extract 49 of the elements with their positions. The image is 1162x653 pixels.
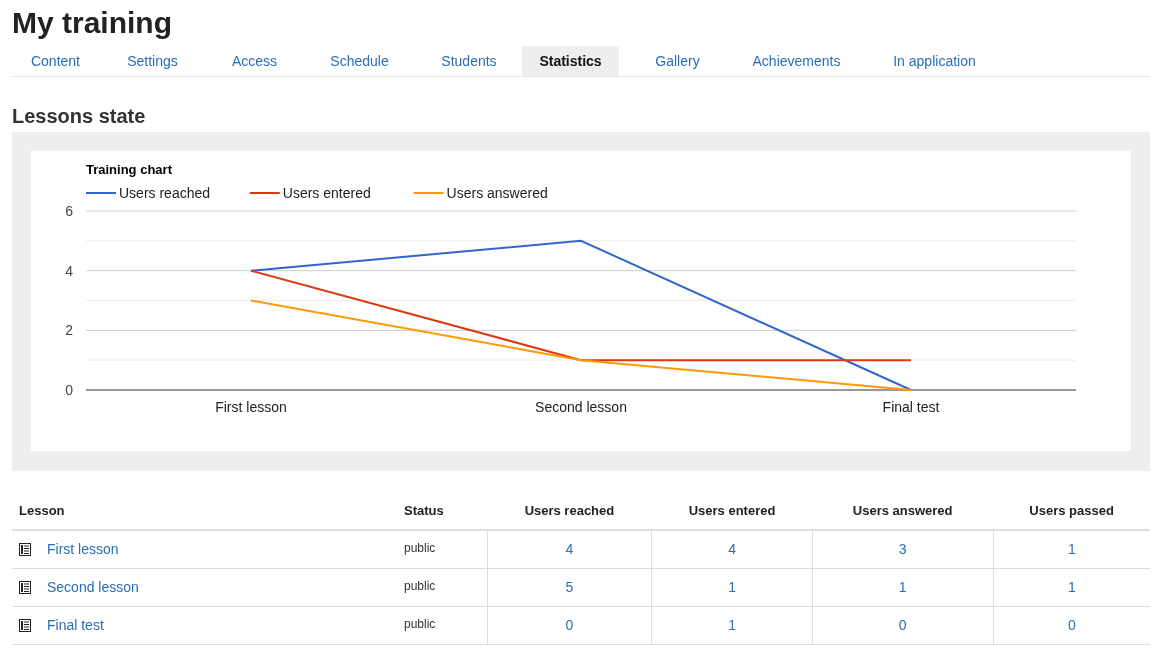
lesson-link[interactable]: First lesson [47, 541, 119, 557]
column-header: Users entered [651, 496, 813, 530]
legend-label: Users answered [446, 185, 548, 201]
column-header: Users answered [812, 496, 994, 530]
count-link[interactable]: 4 [651, 530, 813, 569]
y-tick-label: 0 [65, 382, 73, 398]
page-title: My training [12, 6, 173, 40]
legend-label: Users entered [282, 185, 371, 201]
x-axis-label: First lesson [215, 399, 287, 415]
tab[interactable]: In application [857, 46, 1012, 76]
count-link[interactable]: 1 [651, 568, 813, 607]
tab[interactable]: Achievements [736, 46, 857, 76]
tab[interactable]: Content [12, 46, 99, 76]
lesson-link[interactable]: Final test [47, 617, 104, 633]
count-link[interactable]: 0 [993, 606, 1150, 645]
tab[interactable]: Access [206, 46, 303, 76]
count-link[interactable]: 0 [487, 606, 652, 645]
y-tick-label: 4 [65, 262, 73, 279]
count-link[interactable]: 1 [993, 568, 1150, 607]
tab[interactable]: Statistics [522, 46, 619, 76]
column-header: Status [397, 496, 487, 530]
count-link[interactable]: 1 [812, 568, 994, 607]
lesson-link[interactable]: Second lesson [47, 579, 139, 595]
count-link[interactable]: 1 [651, 606, 813, 645]
document-list-icon [19, 542, 31, 556]
chart-title: Training chart [86, 162, 172, 177]
status-cell: public [397, 530, 487, 569]
status-cell: public [397, 568, 487, 607]
tab[interactable]: Schedule [303, 46, 416, 76]
legend-label: Users reached [119, 185, 211, 201]
section-title: Lessons state [12, 105, 147, 128]
column-header: Users passed [993, 496, 1150, 530]
tab[interactable]: Students [416, 46, 522, 76]
column-header: Lesson [12, 496, 397, 530]
count-link[interactable]: 0 [812, 606, 994, 645]
status-cell: public [397, 606, 487, 645]
tab[interactable]: Gallery [619, 46, 736, 76]
tab[interactable]: Settings [99, 46, 206, 76]
count-link[interactable]: 1 [993, 530, 1150, 569]
document-list-icon [19, 580, 31, 594]
x-axis-label: Final test [882, 399, 940, 415]
document-list-icon [19, 618, 31, 632]
column-header: Users reached [487, 496, 652, 530]
count-link[interactable]: 3 [812, 530, 994, 569]
y-tick-label: 2 [65, 322, 73, 339]
y-tick-label: 6 [65, 203, 73, 219]
count-link[interactable]: 5 [487, 568, 652, 607]
count-link[interactable]: 4 [487, 530, 652, 569]
x-axis-label: Second lesson [535, 399, 627, 415]
